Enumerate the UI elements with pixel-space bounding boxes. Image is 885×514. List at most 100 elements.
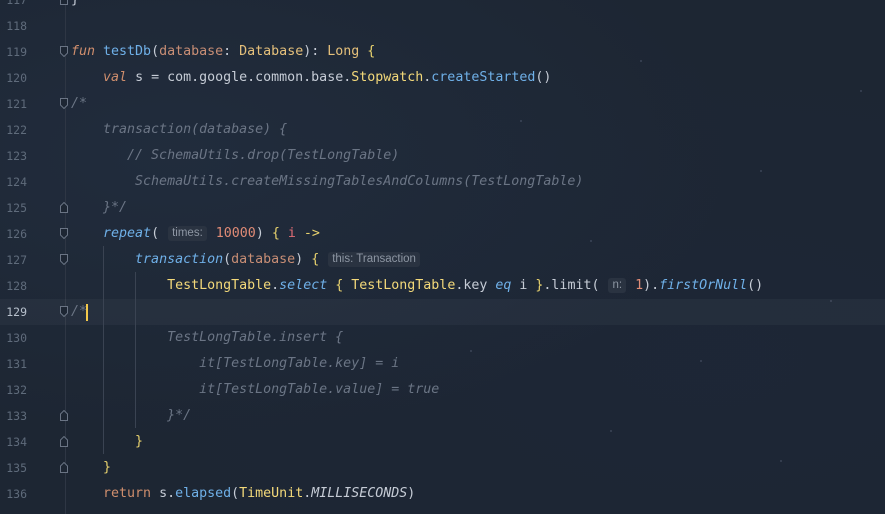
code-line[interactable]: 123 // SchemaUtils.drop(TestLongTable) <box>0 143 885 169</box>
fold-start-icon[interactable] <box>60 306 68 317</box>
fold-end-icon[interactable] <box>60 436 68 447</box>
fold-start-icon[interactable] <box>60 254 68 265</box>
line-number[interactable]: 131 <box>0 351 27 377</box>
code-token: /* <box>71 304 88 319</box>
line-number[interactable]: 135 <box>0 455 27 481</box>
parameter-hint: n: <box>608 278 627 293</box>
code-text[interactable]: } <box>71 0 79 13</box>
code-line[interactable]: 133 }*/ <box>0 403 885 429</box>
line-number[interactable]: 136 <box>0 481 27 507</box>
code-text[interactable]: it[TestLongTable.value] = true <box>71 377 439 403</box>
fold-end-icon[interactable] <box>60 202 68 213</box>
fold-end-icon[interactable] <box>60 462 68 473</box>
code-token: }*/ <box>71 200 128 215</box>
code-text[interactable]: }*/ <box>71 195 127 221</box>
code-token: () <box>747 278 764 293</box>
code-text[interactable]: transaction(database) { <box>71 117 287 143</box>
line-number[interactable]: 132 <box>0 377 27 403</box>
code-text[interactable]: val s = com.google.common.base.Stopwatch… <box>71 65 551 91</box>
code-token: { <box>311 252 320 267</box>
code-line[interactable]: 129 /* <box>0 299 885 325</box>
code-line[interactable]: 128 TestLongTable.select { TestLongTable… <box>0 273 885 299</box>
fold-end-icon[interactable] <box>60 410 68 421</box>
code-text[interactable]: TestLongTable.insert { <box>71 325 343 351</box>
code-token: 1 <box>635 278 644 293</box>
code-line[interactable]: 119 fun testDb(database: Database): Long … <box>0 39 885 65</box>
code-text[interactable]: transaction(database) { this: Transactio… <box>71 247 421 273</box>
line-number[interactable]: 118 <box>0 13 27 39</box>
line-number[interactable]: 127 <box>0 247 27 273</box>
code-text[interactable]: it[TestLongTable.key] = i <box>71 351 399 377</box>
code-token: transaction <box>135 252 224 267</box>
line-number[interactable]: 126 <box>0 221 27 247</box>
code-line[interactable]: 131 it[TestLongTable.key] = i <box>0 351 885 377</box>
code-token: Database <box>239 44 304 59</box>
line-number[interactable]: 117 <box>0 0 27 13</box>
code-line[interactable]: 135 } <box>0 455 885 481</box>
code-line[interactable]: 124 SchemaUtils.createMissingTablesAndCo… <box>0 169 885 195</box>
code-line[interactable]: 118 <box>0 13 885 39</box>
code-token: : <box>223 44 240 59</box>
code-text[interactable]: } <box>71 429 143 455</box>
line-number[interactable]: 130 <box>0 325 27 351</box>
code-text[interactable]: fun testDb(database: Database): Long { <box>71 39 375 65</box>
line-number[interactable]: 123 <box>0 143 27 169</box>
line-number[interactable]: 133 <box>0 403 27 429</box>
code-line[interactable]: 132 it[TestLongTable.value] = true <box>0 377 885 403</box>
code-text[interactable]: /* <box>71 299 87 325</box>
code-token: i <box>287 226 296 241</box>
code-text[interactable]: } <box>71 455 111 481</box>
code-line[interactable]: 134 } <box>0 429 885 455</box>
code-line[interactable]: 120 val s = com.google.common.base.Stopw… <box>0 65 885 91</box>
code-token: ) <box>407 486 416 501</box>
code-line[interactable]: 127 transaction(database) { this: Transa… <box>0 247 885 273</box>
code-text[interactable]: return s.elapsed(TimeUnit.MILLISECONDS) <box>71 481 415 507</box>
code-line[interactable]: 122 transaction(database) { <box>0 117 885 143</box>
code-text[interactable]: /* <box>71 91 87 117</box>
code-text[interactable]: }*/ <box>71 403 191 429</box>
line-number[interactable]: 124 <box>0 169 27 195</box>
code-text[interactable]: TestLongTable.select { TestLongTable.key… <box>71 273 763 299</box>
parameter-hint: this: Transaction <box>328 252 420 267</box>
code-token: . <box>271 278 280 293</box>
code-token: } <box>135 434 144 449</box>
code-token: 10000 <box>215 226 256 241</box>
code-line[interactable]: 130 TestLongTable.insert { <box>0 325 885 351</box>
code-token: Stopwatch <box>351 70 424 85</box>
code-line[interactable]: 117} <box>0 0 885 13</box>
code-token: }*/ <box>71 408 192 423</box>
line-number[interactable]: 121 <box>0 91 27 117</box>
code-token: ( <box>223 252 232 267</box>
code-token: Long <box>327 44 360 59</box>
line-number[interactable]: 120 <box>0 65 27 91</box>
code-text[interactable]: // SchemaUtils.drop(TestLongTable) <box>71 143 399 169</box>
code-token: { <box>327 278 352 293</box>
code-line[interactable]: 126 repeat( times: 10000) { i -> <box>0 221 885 247</box>
line-number[interactable]: 134 <box>0 429 27 455</box>
line-number[interactable]: 119 <box>0 39 27 65</box>
fold-start-icon[interactable] <box>60 228 68 239</box>
code-line[interactable]: 121 /* <box>0 91 885 117</box>
code-token: TestLongTable <box>351 278 456 293</box>
code-line[interactable]: 125 }*/ <box>0 195 885 221</box>
code-text[interactable]: repeat( times: 10000) { i -> <box>71 221 320 247</box>
line-number[interactable]: 122 <box>0 117 27 143</box>
code-text[interactable]: SchemaUtils.createMissingTablesAndColumn… <box>71 169 583 195</box>
fold-start-icon[interactable] <box>60 46 68 57</box>
line-number[interactable]: 129 <box>0 299 27 325</box>
code-line[interactable]: 136 return s.elapsed(TimeUnit.MILLISECON… <box>0 481 885 507</box>
fold-end-icon[interactable] <box>60 0 68 5</box>
line-number[interactable]: 128 <box>0 273 27 299</box>
code-token: TimeUnit <box>239 486 304 501</box>
code-editor[interactable]: 117}118119fun testDb(database: Database)… <box>0 0 885 514</box>
code-token: firstOrNull <box>659 278 748 293</box>
code-token: repeat <box>103 226 152 241</box>
line-number[interactable]: 125 <box>0 195 27 221</box>
code-token: select <box>279 278 328 293</box>
fold-start-icon[interactable] <box>60 98 68 109</box>
code-token: elapsed <box>175 486 232 501</box>
code-token: } <box>103 460 112 475</box>
